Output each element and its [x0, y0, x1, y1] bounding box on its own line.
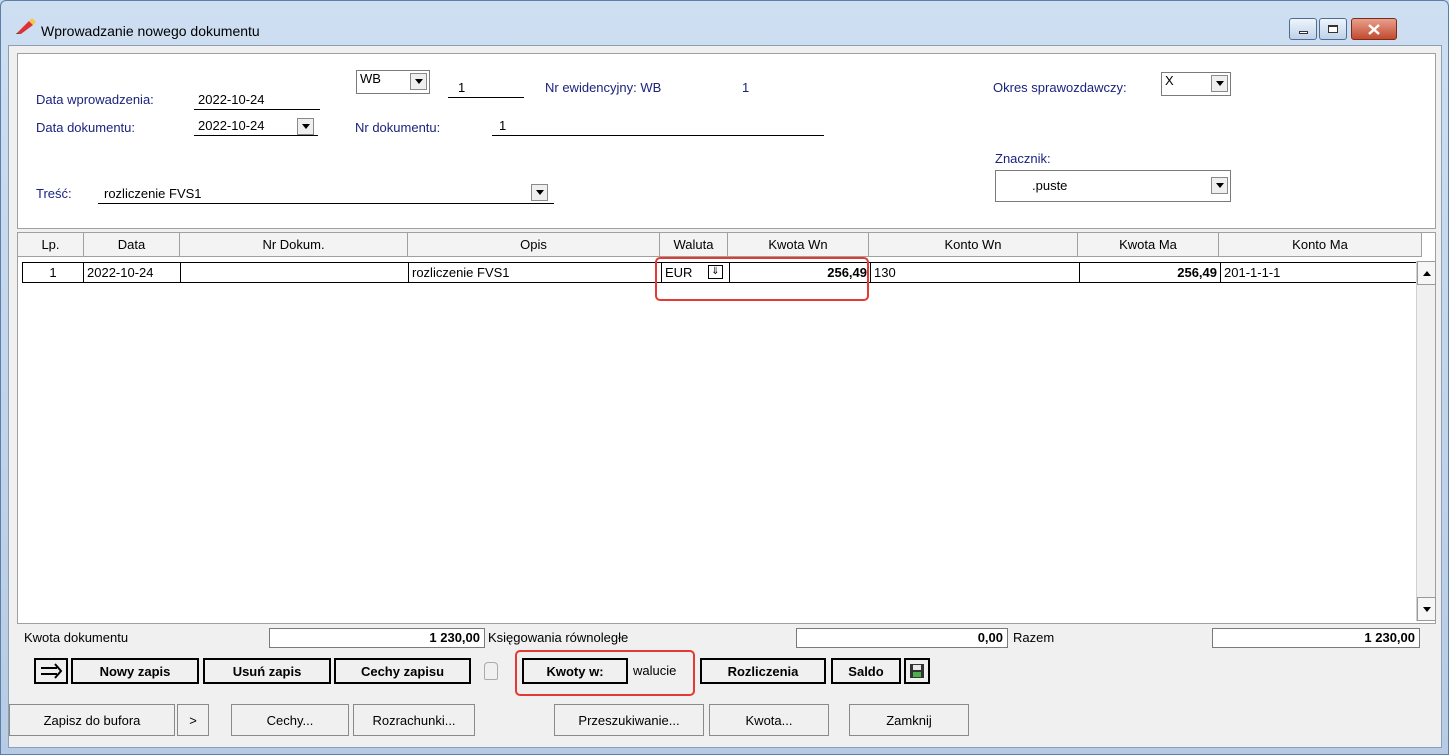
waluta-value: EUR	[665, 265, 693, 280]
usun-zapis-button[interactable]: Usuń zapis	[203, 658, 331, 684]
nr-dokumentu-label: Nr dokumentu:	[355, 120, 441, 135]
kwoty-w-value: walucie	[633, 663, 677, 678]
data-dokumentu-label: Data dokumentu:	[36, 120, 136, 135]
column-header-konto-ma[interactable]: Konto Ma	[1219, 233, 1422, 257]
ksiegowania-label: Księgowania równoległe	[488, 630, 629, 645]
okres-value: X	[1165, 73, 1174, 88]
cell-kwota-wn[interactable]: 256,49	[730, 263, 871, 282]
razem-field: 1 230,00	[1212, 628, 1420, 648]
zamknij-button[interactable]: Zamknij	[849, 704, 969, 736]
column-header-kwota-wn[interactable]: Kwota Wn	[728, 233, 869, 257]
cell-kwota-ma[interactable]: 256,49	[1080, 263, 1221, 282]
chevron-down-icon	[301, 124, 310, 129]
doc-number-value[interactable]: 1	[458, 80, 465, 95]
doc-type-value: WB	[360, 71, 381, 86]
nr-ewidencyjny-value: 1	[742, 80, 750, 95]
cell-konto-wn[interactable]: 130	[871, 263, 1080, 282]
znacznik-select[interactable]: .puste	[995, 170, 1231, 202]
tresc-label: Treść:	[36, 186, 72, 201]
cell-waluta[interactable]: EUR ⇓	[662, 263, 730, 282]
close-button[interactable]	[1351, 18, 1397, 40]
vertical-scrollbar[interactable]	[1416, 261, 1436, 621]
tresc-dropdown[interactable]	[531, 184, 548, 201]
entries-grid: Lp. Data Nr Dokum. Opis Waluta Kwota Wn …	[17, 232, 1436, 624]
razem-label: Razem	[1013, 630, 1055, 645]
chevron-down-icon	[414, 79, 423, 84]
chevron-down-icon	[1215, 81, 1224, 86]
cechy-button[interactable]: Cechy...	[231, 704, 349, 736]
cell-konto-ma[interactable]: 201-1-1-1	[1221, 263, 1416, 282]
zapisz-do-bufora-button[interactable]: Zapisz do bufora	[9, 704, 175, 736]
przeszukiwanie-button[interactable]: Przeszukiwanie...	[554, 704, 704, 736]
nr-ewidencyjny-label: Nr ewidencyjny: WB	[545, 80, 662, 95]
rozliczenia-button[interactable]: Rozliczenia	[700, 658, 826, 684]
save-button[interactable]	[904, 658, 930, 684]
arrow-down-icon	[1422, 606, 1431, 612]
cell-data[interactable]: 2022-10-24	[84, 263, 181, 282]
minimize-icon	[1298, 30, 1308, 34]
data-dokumentu-dropdown[interactable]	[297, 118, 314, 135]
transfer-button[interactable]	[34, 658, 68, 684]
kwota-dokumentu-label: Kwota dokumentu	[24, 630, 129, 645]
currency-picker-icon[interactable]: ⇓	[708, 265, 723, 279]
column-header-opis[interactable]: Opis	[408, 233, 660, 257]
okres-label: Okres sprawozdawczy:	[993, 80, 1127, 95]
header-panel: Data wprowadzenia: 2022-10-24 Data dokum…	[17, 53, 1436, 229]
tresc-underline	[98, 203, 554, 204]
znacznik-label: Znacznik:	[995, 151, 1051, 166]
window-title: Wprowadzanie nowego dokumentu	[41, 23, 260, 39]
more-options-button[interactable]: >	[177, 704, 209, 736]
column-header-konto-wn[interactable]: Konto Wn	[869, 233, 1078, 257]
data-dokumentu-value[interactable]: 2022-10-24	[198, 118, 265, 133]
doc-type-dropdown[interactable]	[410, 73, 427, 90]
cell-opis[interactable]: rozliczenie FVS1	[409, 263, 662, 282]
znacznik-value: .puste	[1032, 178, 1068, 193]
column-header-data[interactable]: Data	[84, 233, 180, 257]
cechy-zapisu-button[interactable]: Cechy zapisu	[334, 658, 471, 684]
column-header-nr-dokum[interactable]: Nr Dokum.	[180, 233, 408, 257]
table-row[interactable]: 1 2022-10-24 rozliczenie FVS1 EUR ⇓ 256,…	[22, 262, 1417, 283]
cell-lp[interactable]: 1	[23, 263, 84, 282]
nr-dokumentu-underline	[492, 135, 824, 136]
data-wprowadzenia-underline	[194, 109, 320, 110]
chevron-down-icon	[535, 190, 544, 195]
app-pen-icon	[16, 18, 36, 34]
maximize-button[interactable]	[1319, 18, 1347, 40]
floppy-disk-icon	[910, 664, 924, 678]
data-wprowadzenia-label: Data wprowadzenia:	[36, 92, 154, 107]
column-header-waluta[interactable]: Waluta	[660, 233, 728, 257]
nowy-zapis-button[interactable]: Nowy zapis	[71, 658, 199, 684]
cell-nr-dokum[interactable]	[181, 263, 409, 282]
znacznik-dropdown[interactable]	[1211, 177, 1228, 194]
minimize-button[interactable]	[1289, 18, 1317, 40]
close-icon	[1368, 23, 1380, 35]
kwoty-w-button[interactable]: Kwoty w:	[522, 658, 628, 684]
kwota-button[interactable]: Kwota...	[709, 704, 829, 736]
doc-number-underline	[448, 97, 524, 98]
title-bar[interactable]: Wprowadzanie nowego dokumentu	[1, 1, 1448, 43]
chevron-down-icon	[1215, 183, 1224, 188]
column-header-lp[interactable]: Lp.	[18, 233, 84, 257]
nr-dokumentu-value[interactable]: 1	[499, 118, 506, 133]
column-header-kwota-ma[interactable]: Kwota Ma	[1078, 233, 1219, 257]
okres-dropdown[interactable]	[1211, 75, 1228, 92]
client-area: Data wprowadzenia: 2022-10-24 Data dokum…	[8, 45, 1442, 748]
maximize-icon	[1328, 25, 1338, 33]
data-dokumentu-underline	[194, 135, 318, 136]
saldo-button[interactable]: Saldo	[831, 658, 901, 684]
kwota-dokumentu-field: 1 230,00	[269, 628, 485, 648]
scroll-down-button[interactable]	[1417, 597, 1436, 621]
data-wprowadzenia-value: 2022-10-24	[198, 92, 265, 107]
main-window: Wprowadzanie nowego dokumentu Data wprow…	[0, 0, 1449, 755]
tresc-value[interactable]: rozliczenie FVS1	[104, 186, 202, 201]
ksiegowania-field: 0,00	[796, 628, 1008, 648]
scroll-up-button[interactable]	[1417, 261, 1436, 285]
rozrachunki-button[interactable]: Rozrachunki...	[353, 704, 475, 736]
lock-icon	[484, 662, 498, 680]
arrow-up-icon	[1422, 270, 1431, 276]
arrow-right-icon	[41, 663, 63, 679]
